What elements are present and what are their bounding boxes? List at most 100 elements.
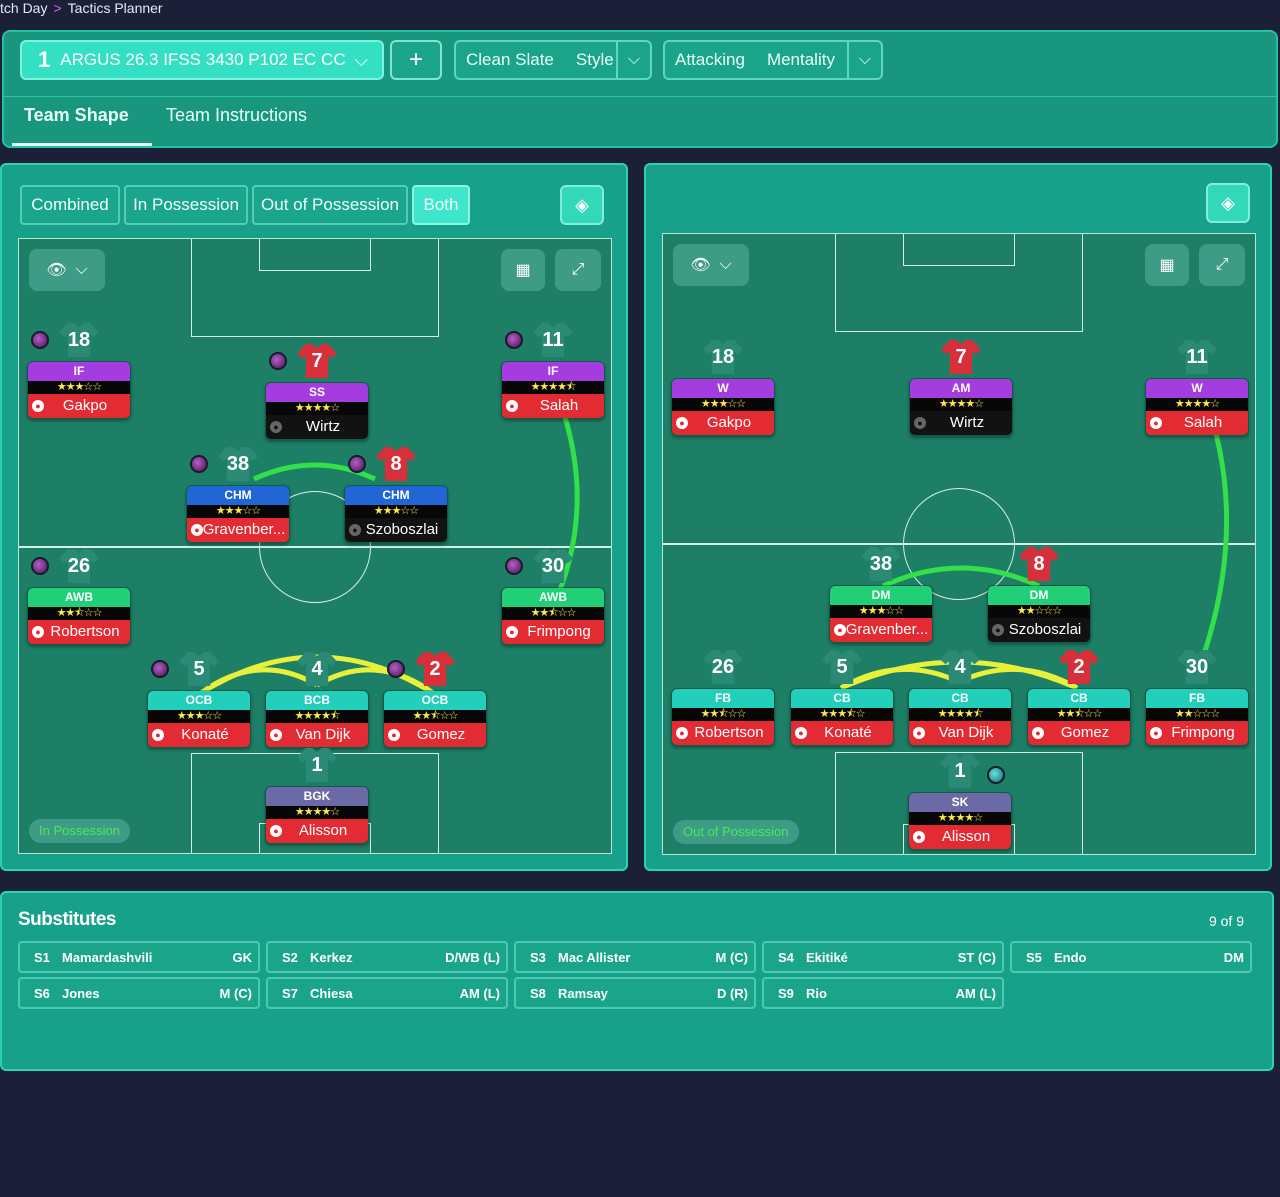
substitute-item[interactable]: S7 Chiesa AM (L) xyxy=(266,977,508,1009)
toggle-both[interactable]: Both xyxy=(412,185,470,225)
visibility-toggle[interactable]: 👁︎ ⌵ xyxy=(29,249,105,291)
substitute-item[interactable]: S9 Rio AM (L) xyxy=(762,977,1004,1009)
player-role: DM xyxy=(830,586,932,605)
shirt-number: 26 xyxy=(711,655,735,678)
player-icon: ● xyxy=(914,417,926,429)
player-role: CB xyxy=(1028,689,1130,708)
player-card[interactable]: IF ★★★★⯪ ● Salah xyxy=(501,361,605,419)
substitute-item[interactable]: S4 Ekitiké ST (C) xyxy=(762,941,1004,973)
right-shape-panel: ◈ 👁︎ ⌵ ▦ ⤢ 18 W ★★★☆☆ ● Gakpo 7 AM ★★★★☆ ● Wirtz 1… xyxy=(644,163,1272,871)
breadcrumb-match-day[interactable]: tch Day xyxy=(0,0,47,16)
player-icon: ● xyxy=(676,417,688,429)
player-card[interactable]: AM ★★★★☆ ● Wirtz xyxy=(909,378,1013,436)
player-card[interactable]: FB ★★⯪☆☆ ● Robertson xyxy=(671,688,775,746)
substitute-item[interactable]: S2 Kerkez D/WB (L) xyxy=(266,941,508,973)
mentality-value: Attacking xyxy=(675,50,745,69)
toggle-out-of-possession[interactable]: Out of Possession xyxy=(252,185,408,225)
breadcrumb-tactics-planner[interactable]: Tactics Planner xyxy=(68,0,163,16)
player-role: BGK xyxy=(266,787,368,806)
mentality-dropdown[interactable]: Attacking Mentality ⌵ xyxy=(663,40,883,80)
player-card[interactable]: OCB ★★⯪☆☆ ● Gomez xyxy=(383,690,487,748)
player-card[interactable]: BGK ★★★★☆ ● Alisson xyxy=(265,786,369,844)
player-name-row: ● Robertson xyxy=(672,721,774,745)
player-name-row: ● Gravenber... xyxy=(187,518,289,542)
player-card[interactable]: CB ★★★⯪☆ ● Konaté xyxy=(790,688,894,746)
player-name-row: ● Wirtz xyxy=(910,411,1012,435)
substitute-item[interactable]: S6 Jones M (C) xyxy=(18,977,260,1009)
shirt-icon: 5 xyxy=(179,652,219,686)
sub-name: Jones xyxy=(62,985,100,1001)
tab-team-shape[interactable]: Team Shape xyxy=(24,105,129,126)
player-name-row: ● Szoboszlai xyxy=(345,518,447,542)
player-name-row: ● Gravenber... xyxy=(830,618,932,642)
shirt-icon: 7 xyxy=(941,340,981,374)
substitute-item[interactable]: S3 Mac Allister M (C) xyxy=(514,941,756,973)
legend-in-possession: In Possession xyxy=(29,819,130,843)
player-role: CB xyxy=(909,689,1011,708)
player-icon: ● xyxy=(992,624,1004,636)
player-name: Gakpo xyxy=(62,397,108,414)
toggle-in-possession[interactable]: In Possession xyxy=(124,185,248,225)
shirt-icon: 4 xyxy=(940,650,980,684)
morale-icon xyxy=(190,455,208,473)
player-card[interactable]: W ★★★☆☆ ● Gakpo xyxy=(671,378,775,436)
morale-icon xyxy=(987,766,1005,784)
shirt-icon: 30 xyxy=(533,549,573,583)
toggle-combined[interactable]: Combined xyxy=(20,185,120,225)
player-card[interactable]: W ★★★★☆ ● Salah xyxy=(1145,378,1249,436)
player-card[interactable]: FB ★★☆☆☆ ● Frimpong xyxy=(1145,688,1249,746)
sub-name: Rio xyxy=(806,985,827,1001)
visibility-toggle[interactable]: 👁︎ ⌵ xyxy=(673,244,749,286)
player-card[interactable]: IF ★★★☆☆ ● Gakpo xyxy=(27,361,131,419)
chevron-down-icon: ⌵ xyxy=(354,50,368,70)
player-card[interactable]: OCB ★★★☆☆ ● Konaté xyxy=(147,690,251,748)
player-card[interactable]: DM ★★☆☆☆ ● Szoboszlai xyxy=(987,585,1091,643)
player-name: Gravenber... xyxy=(202,521,286,538)
player-card[interactable]: CB ★★★★⯪ ● Van Dijk xyxy=(908,688,1012,746)
expand-icon[interactable]: ⤢ xyxy=(1199,244,1245,286)
shirt-icon: 38 xyxy=(861,547,901,581)
player-card[interactable]: CHM ★★★☆☆ ● Gravenber... xyxy=(186,485,290,543)
player-name: Van Dijk xyxy=(295,726,351,743)
sub-slot: S3 xyxy=(530,949,546,965)
player-name-row: ● Alisson xyxy=(909,825,1011,849)
player-card[interactable]: BCB ★★★★⯪ ● Van Dijk xyxy=(265,690,369,748)
player-name-row: ● Konaté xyxy=(791,721,893,745)
diamond-icon[interactable]: ◈ xyxy=(560,185,604,225)
eye-icon: 👁︎ xyxy=(690,257,711,274)
grid-icon[interactable]: ▦ xyxy=(501,249,545,291)
morale-icon xyxy=(387,660,405,678)
player-card[interactable]: AWB ★★⯪☆☆ ● Robertson xyxy=(27,587,131,645)
tactic-selector[interactable]: 1 ARGUS 26.3 IFSS 3430 P102 EC CC ⌵ xyxy=(20,40,384,80)
role-rating-stars: ★★★★☆ xyxy=(266,806,368,819)
shirt-number: 38 xyxy=(869,552,893,575)
expand-icon[interactable]: ⤢ xyxy=(555,249,601,291)
add-tactic-button[interactable]: + xyxy=(390,40,442,80)
role-rating-stars: ★★★★⯪ xyxy=(266,710,368,723)
grid-icon[interactable]: ▦ xyxy=(1145,244,1189,286)
style-dropdown[interactable]: Clean Slate Style ⌵ xyxy=(454,40,652,80)
role-rating-stars: ★★☆☆☆ xyxy=(988,605,1090,618)
morale-icon xyxy=(505,557,523,575)
player-name-row: ● Wirtz xyxy=(266,415,368,439)
eye-icon: 👁︎ xyxy=(46,262,67,279)
mentality-label: Mentality xyxy=(766,50,835,69)
role-rating-stars: ★★★★☆ xyxy=(266,402,368,415)
tab-team-instructions[interactable]: Team Instructions xyxy=(166,105,307,126)
player-card[interactable]: DM ★★★☆☆ ● Gravenber... xyxy=(829,585,933,643)
player-role: W xyxy=(672,379,774,398)
substitute-item[interactable]: S1 Mamardashvili GK xyxy=(18,941,260,973)
player-card[interactable]: AWB ★★⯪☆☆ ● Frimpong xyxy=(501,587,605,645)
player-card[interactable]: SK ★★★★☆ ● Alisson xyxy=(908,792,1012,850)
player-card[interactable]: CB ★★⯪☆☆ ● Gomez xyxy=(1027,688,1131,746)
role-rating-stars: ★★★★⯪ xyxy=(909,708,1011,721)
player-icon: ● xyxy=(1150,727,1162,739)
player-card[interactable]: SS ★★★★☆ ● Wirtz xyxy=(265,382,369,440)
player-icon: ● xyxy=(152,729,164,741)
substitute-item[interactable]: S8 Ramsay D (R) xyxy=(514,977,756,1009)
diamond-icon[interactable]: ◈ xyxy=(1206,183,1250,223)
player-name-row: ● Van Dijk xyxy=(909,721,1011,745)
player-card[interactable]: CHM ★★★☆☆ ● Szoboszlai xyxy=(344,485,448,543)
player-icon: ● xyxy=(506,400,518,412)
substitute-item[interactable]: S5 Endo DM xyxy=(1010,941,1252,973)
